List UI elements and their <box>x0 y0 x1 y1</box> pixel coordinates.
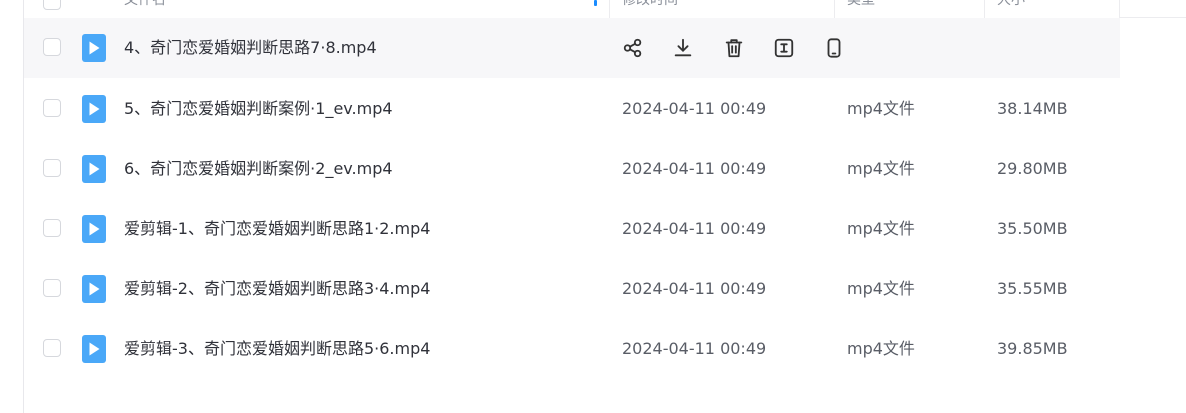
row-checkbox[interactable] <box>43 219 61 237</box>
file-size: 38.14MB <box>997 99 1068 118</box>
row-checkbox[interactable] <box>43 159 61 177</box>
file-size: 29.80MB <box>997 159 1068 178</box>
video-file-icon <box>82 155 106 183</box>
file-name[interactable]: 爱剪辑-1、奇门恋爱婚姻判断思路1·2.mp4 <box>124 218 430 240</box>
file-list-page: 文件名 修改时间 类型 大小 4、奇门恋爱婚姻判断思路7·8.mp4 5、奇门恋… <box>0 0 1186 413</box>
file-modified-date: 2024-04-11 00:49 <box>622 99 767 118</box>
file-type: mp4文件 <box>847 219 915 238</box>
file-modified-date: 2024-04-11 00:49 <box>622 219 767 238</box>
video-file-icon <box>82 34 106 62</box>
header-modified[interactable]: 修改时间 <box>622 0 678 10</box>
file-row[interactable]: 爱剪辑-2、奇门恋爱婚姻判断思路3·4.mp4 2024-04-11 00:49… <box>24 259 1120 319</box>
file-size: 35.50MB <box>997 219 1068 238</box>
video-file-icon <box>82 215 106 243</box>
header-divider <box>1120 17 1186 18</box>
header-size[interactable]: 大小 <box>997 0 1025 10</box>
file-modified-date: 2024-04-11 00:49 <box>622 339 767 358</box>
rename-icon[interactable] <box>771 35 797 61</box>
file-type: mp4文件 <box>847 339 915 358</box>
file-row[interactable]: 5、奇门恋爱婚姻判断案例·1_ev.mp4 2024-04-11 00:49 m… <box>24 79 1120 139</box>
file-row[interactable]: 爱剪辑-3、奇门恋爱婚姻判断思路5·6.mp4 2024-04-11 00:49… <box>24 319 1120 379</box>
file-name[interactable]: 4、奇门恋爱婚姻判断思路7·8.mp4 <box>124 37 377 59</box>
video-file-icon <box>82 95 106 123</box>
share-icon[interactable] <box>620 35 646 61</box>
file-row[interactable]: 爱剪辑-1、奇门恋爱婚姻判断思路1·2.mp4 2024-04-11 00:49… <box>24 199 1120 259</box>
video-file-icon <box>82 335 106 363</box>
file-name[interactable]: 5、奇门恋爱婚姻判断案例·1_ev.mp4 <box>124 98 393 120</box>
file-modified-date: 2024-04-11 00:49 <box>622 159 767 178</box>
file-size: 35.55MB <box>997 279 1068 298</box>
file-modified-date: 2024-04-11 00:49 <box>622 279 767 298</box>
header-name[interactable]: 文件名 <box>124 0 166 10</box>
sort-indicator-icon <box>594 0 597 6</box>
row-checkbox[interactable] <box>43 279 61 297</box>
download-icon[interactable] <box>670 35 696 61</box>
header-type[interactable]: 类型 <box>847 0 875 10</box>
video-file-icon <box>82 275 106 303</box>
file-row[interactable]: 6、奇门恋爱婚姻判断案例·2_ev.mp4 2024-04-11 00:49 m… <box>24 139 1120 199</box>
file-name[interactable]: 爱剪辑-2、奇门恋爱婚姻判断思路3·4.mp4 <box>124 278 430 300</box>
column-divider[interactable] <box>834 0 835 18</box>
file-type: mp4文件 <box>847 159 915 178</box>
row-checkbox[interactable] <box>43 339 61 357</box>
phone-icon[interactable] <box>821 35 847 61</box>
file-type: mp4文件 <box>847 99 915 118</box>
delete-icon[interactable] <box>721 35 747 61</box>
column-divider[interactable] <box>984 0 985 18</box>
file-row[interactable]: 4、奇门恋爱婚姻判断思路7·8.mp4 <box>24 18 1120 78</box>
file-size: 39.85MB <box>997 339 1068 358</box>
row-checkbox[interactable] <box>43 38 61 56</box>
file-name[interactable]: 爱剪辑-3、奇门恋爱婚姻判断思路5·6.mp4 <box>124 338 430 360</box>
column-divider[interactable] <box>1119 0 1120 18</box>
file-type: mp4文件 <box>847 279 915 298</box>
column-divider[interactable] <box>609 0 610 18</box>
file-name[interactable]: 6、奇门恋爱婚姻判断案例·2_ev.mp4 <box>124 158 393 180</box>
row-checkbox[interactable] <box>43 99 61 117</box>
file-list-header: 文件名 修改时间 类型 大小 <box>24 0 1120 19</box>
select-all-checkbox[interactable] <box>43 0 61 10</box>
